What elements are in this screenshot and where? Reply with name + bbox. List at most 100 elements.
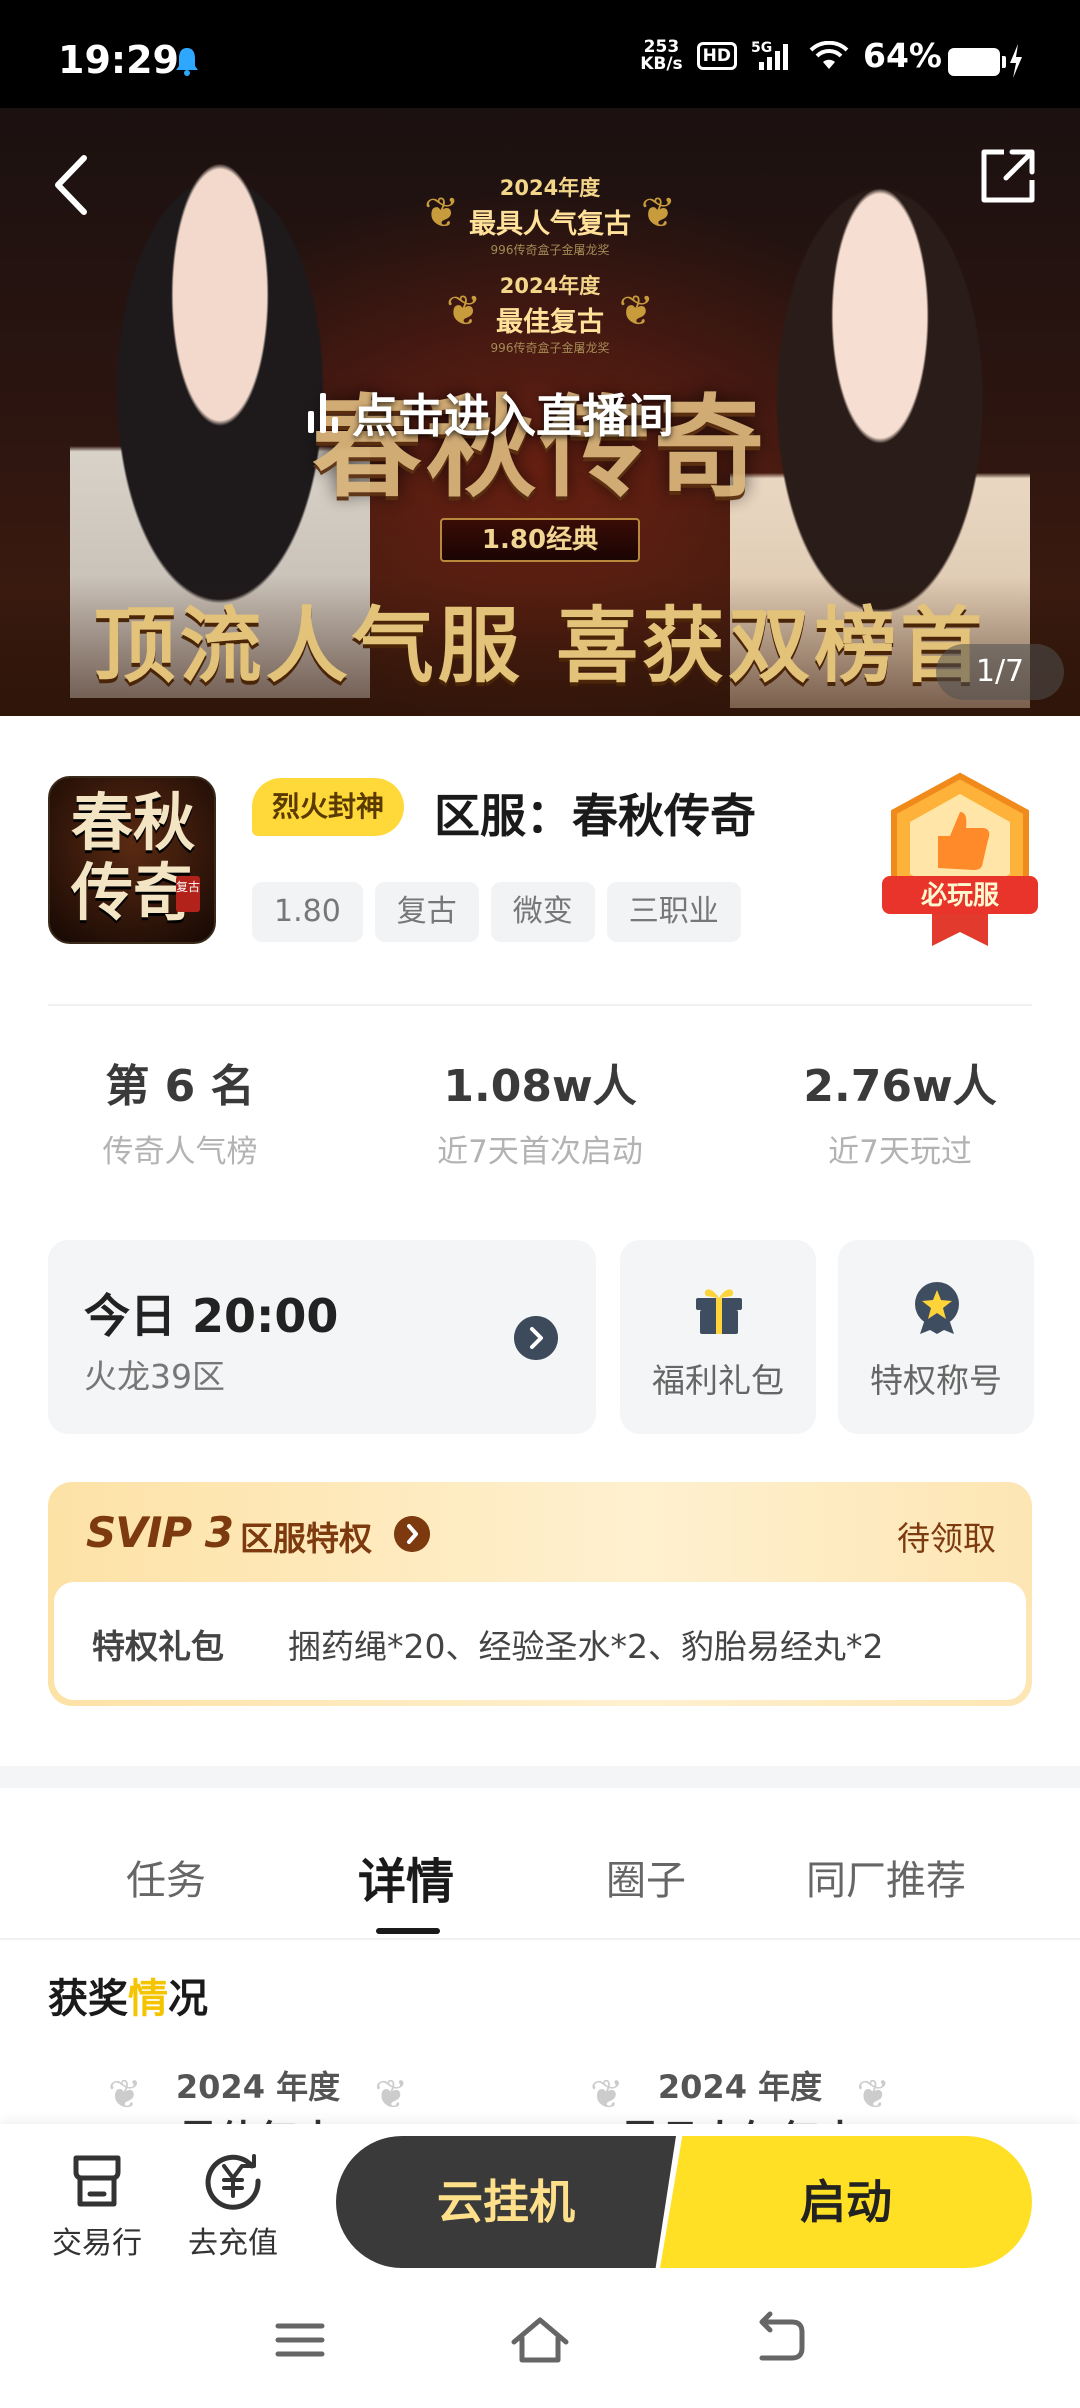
status-bar: 19:29 253 KB/s HD 5G 64% (0, 0, 1080, 108)
launch-label: 启动 (800, 2175, 892, 2229)
award-year: 2024 年度 (175, 2068, 341, 2106)
svip-gift-row: 特权礼包 捆药绳*20、经验圣水*2、豹胎易经丸*2 (54, 1582, 1026, 1700)
menu-icon[interactable] (268, 2308, 332, 2372)
svip-logo: SVIP 3 (86, 1508, 234, 1557)
cellular-signal-icon: 5G (751, 40, 788, 70)
divider (0, 1938, 1080, 1940)
stat-label: 近7天首次启动 (437, 1134, 643, 1170)
laurel-left-icon: ❦ (446, 286, 482, 335)
section-title-part: 况 (168, 1976, 208, 2022)
stat-label: 近7天玩过 (828, 1134, 972, 1170)
laurel-right-icon: ❦ (856, 2072, 890, 2118)
notification-icon (176, 48, 198, 76)
gift-label: 福利礼包 (652, 1361, 784, 1400)
fire-tag-badge: 烈火封神 (252, 778, 405, 836)
section-title-part: 获奖 (48, 1976, 128, 2022)
tab-same-vendor[interactable]: 同厂推荐 (806, 1848, 966, 1906)
stat-first-launch: 1.08w人 近7天首次启动 (360, 1050, 720, 1171)
enter-live-room-button[interactable]: 点击进入直播间 (308, 380, 674, 446)
charging-icon (1010, 44, 1022, 78)
tag-retro: 复古 (374, 882, 479, 942)
stats-row: 第 6 名 传奇人气榜 1.08w人 近7天首次启动 2.76w人 近7天玩过 (0, 1050, 1080, 1171)
share-icon[interactable] (976, 144, 1040, 208)
gift-icon (696, 1289, 742, 1334)
laurel-left-icon: ❦ (590, 2072, 624, 2118)
laurel-right-icon: ❦ (374, 2072, 408, 2118)
store-icon (73, 2155, 121, 2207)
game-tags: 1.80 复古 微变 三职业 (252, 882, 741, 942)
back-icon[interactable] (44, 150, 104, 220)
tag-three-classes: 三职业 (606, 882, 741, 942)
promo-banner[interactable]: ❦ 2024年度 最具人气复古 996传奇盒子金屠龙奖 ❦ ❦ 2024年度 最… (0, 108, 1080, 716)
chevron-right-icon (394, 1516, 430, 1552)
award-year: 2024 年度 (657, 2068, 823, 2106)
cloud-idle-button[interactable]: 云挂机 (336, 2136, 676, 2268)
tag-minor-change: 微变 (490, 882, 595, 942)
tab-details[interactable]: 详情 (358, 1842, 454, 1912)
svip-gift-key: 特权礼包 (92, 1627, 224, 1666)
must-play-label: 必玩服 (921, 881, 1000, 911)
wifi-icon (809, 40, 849, 69)
svip-privilege-panel[interactable]: SVIP 3 区服特权 待领取 特权礼包 捆药绳*20、经验圣水*2、豹胎易经丸… (48, 1482, 1032, 1706)
system-navigation-bar (0, 2272, 1080, 2408)
bottom-action-bar: 交易行 去充值 云挂机 启动 (0, 2124, 1080, 2272)
game-icon-seal: 复古 (176, 876, 200, 912)
net-speed: 253 KB/s (640, 36, 683, 74)
stat-value: 2.76w人 (803, 1061, 997, 1112)
svip-gift-value: 捆药绳*20、经验圣水*2、豹胎易经丸*2 (288, 1627, 884, 1666)
svip-title: 区服特权 (240, 1519, 372, 1558)
stat-played: 2.76w人 近7天玩过 (720, 1050, 1080, 1171)
section-separator (0, 1766, 1080, 1788)
banner-version: 1.80经典 (440, 518, 640, 562)
stat-value: 第 6 名 (105, 1061, 255, 1112)
back-nav-icon[interactable] (748, 2308, 812, 2372)
battery-icon (948, 48, 1006, 76)
awards-section-title: 获奖情况 (48, 1966, 208, 2024)
server-open-time: 今日 20:00 (84, 1289, 339, 1343)
recharge-button[interactable]: 去充值 (178, 2150, 288, 2262)
award-sub: 996传奇盒子金屠龙奖 (490, 341, 610, 355)
svip-claim-status[interactable]: 待领取 (897, 1512, 996, 1560)
stat-ranking[interactable]: 第 6 名 传奇人气榜 (0, 1050, 360, 1171)
must-play-badge: 必玩服 (882, 772, 1038, 946)
banner-award-best: ❦ 2024年度 最佳复古 996传奇盒子金屠龙奖 ❦ (430, 270, 670, 356)
net-speed-value: 253 (643, 36, 680, 57)
trading-market-button[interactable]: 交易行 (42, 2150, 152, 2262)
active-tab-indicator (376, 1928, 440, 1934)
laurel-right-icon: ❦ (640, 188, 676, 237)
live-audio-icon (308, 393, 338, 433)
game-title: 区服：春秋传奇 (434, 789, 756, 843)
detail-tabs: 任务 详情 圈子 同厂推荐 (0, 1836, 1080, 1936)
trading-market-label: 交易行 (52, 2226, 142, 2261)
award-year: 2024年度 (499, 176, 601, 200)
battery-percent: 64% (863, 36, 942, 75)
stat-label: 传奇人气榜 (102, 1134, 258, 1170)
stat-value: 1.08w人 (443, 1061, 637, 1112)
section-title-mark: 情 (128, 1976, 168, 2022)
tab-tasks[interactable]: 任务 (126, 1848, 206, 1906)
laurel-left-icon: ❦ (108, 2072, 142, 2118)
welfare-gift-card[interactable]: 福利礼包 (620, 1240, 816, 1434)
medal-icon (915, 1282, 959, 1334)
privilege-title-label: 特权称号 (870, 1361, 1002, 1400)
laurel-left-icon: ❦ (424, 188, 460, 237)
banner-page-indicator: 1/7 (936, 644, 1064, 700)
launch-button[interactable]: 启动 (660, 2136, 1032, 2268)
laurel-right-icon: ❦ (618, 286, 654, 335)
hd-icon: HD (696, 41, 737, 70)
status-indicators: 253 KB/s HD 5G 64% (640, 36, 942, 75)
server-open-card[interactable]: 今日 20:00 火龙39区 (48, 1240, 596, 1434)
award-sub: 996传奇盒子金屠龙奖 (490, 243, 610, 257)
privilege-title-card[interactable]: 特权称号 (838, 1240, 1034, 1434)
status-time: 19:29 (58, 38, 179, 82)
home-icon[interactable] (508, 2308, 572, 2372)
recharge-label: 去充值 (188, 2226, 278, 2261)
cloud-idle-label: 云挂机 (437, 2175, 575, 2229)
signal-label: 5G (751, 40, 772, 56)
server-zone: 火龙39区 (84, 1357, 225, 1396)
net-speed-unit: KB/s (640, 53, 683, 74)
yuan-coin-icon (205, 2154, 261, 2210)
banner-award-popular: ❦ 2024年度 最具人气复古 996传奇盒子金屠龙奖 ❦ (424, 172, 676, 258)
tab-circle[interactable]: 圈子 (606, 1848, 686, 1906)
divider (48, 1004, 1032, 1006)
